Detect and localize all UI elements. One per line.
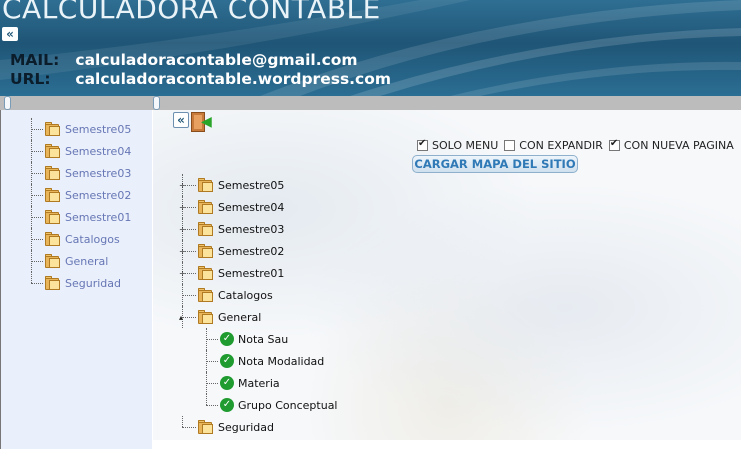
- splitter-bar-left: [0, 96, 153, 110]
- folder-icon: [45, 210, 61, 224]
- folder-icon: [198, 222, 214, 236]
- main-bottom-strip: [153, 440, 741, 449]
- tree-leaf-label[interactable]: Nota Modalidad: [238, 355, 324, 368]
- folder-icon: [198, 178, 214, 192]
- double-chevron-left-icon[interactable]: «: [173, 112, 189, 128]
- tree-node-general-children: ✓ Nota Sau ✓ Nota Modalidad ✓ Materia ✓ …: [200, 328, 338, 416]
- tree-leaf-nota-modalidad[interactable]: ✓ Nota Modalidad: [200, 350, 338, 372]
- plus-expander-icon[interactable]: +: [179, 204, 186, 212]
- tree-node-label[interactable]: Semestre03: [218, 223, 284, 236]
- exit-arrow-icon: ◀: [201, 114, 212, 130]
- tree-node-semestre04[interactable]: + Semestre04: [178, 196, 338, 218]
- sidebar-item-semestre04[interactable]: Semestre04: [27, 140, 131, 162]
- tree-leaf-nota-sau[interactable]: ✓ Nota Sau: [200, 328, 338, 350]
- site-map-options: SOLO MENU CON EXPANDIR CON NUEVA PAGINA: [417, 138, 740, 152]
- tree-node-label[interactable]: Semestre01: [218, 267, 284, 280]
- sidebar-item-semestre03[interactable]: Semestre03: [27, 162, 131, 184]
- mail-value: calculadoracontable@gmail.com: [75, 51, 358, 69]
- check-circle-icon: ✓: [220, 332, 234, 346]
- sidebar-tree: Semestre05 Semestre04 Semestre03 Semestr…: [27, 118, 131, 294]
- solo-menu-checkbox[interactable]: [417, 138, 428, 151]
- folder-icon: [198, 310, 214, 324]
- load-site-map-button[interactable]: CARGAR MAPA DEL SITIO: [412, 155, 578, 173]
- con-expandir-checkbox[interactable]: [504, 140, 516, 151]
- folder-icon: [45, 232, 61, 246]
- url-label: URL:: [10, 70, 51, 88]
- folder-icon: [198, 200, 214, 214]
- con-expandir-label: CON EXPANDIR: [519, 139, 603, 152]
- sidebar-item-label[interactable]: Semestre04: [65, 145, 131, 158]
- folder-icon: [45, 254, 61, 268]
- con-nueva-pagina-checkbox[interactable]: [608, 138, 620, 151]
- tree-node-catalogos[interactable]: Catalogos: [178, 284, 338, 306]
- plus-expander-icon[interactable]: +: [179, 182, 186, 190]
- site-header: CALCULADORA CONTABLE « MAIL: calculadora…: [0, 0, 741, 96]
- solo-menu-label: SOLO MENU: [432, 139, 499, 152]
- tree-node-label[interactable]: General: [218, 311, 261, 324]
- sidebar-item-semestre02[interactable]: Semestre02: [27, 184, 131, 206]
- tree-leaf-label[interactable]: Materia: [238, 377, 280, 390]
- folder-icon: [45, 188, 61, 202]
- sidebar-item-general[interactable]: General: [27, 250, 131, 272]
- con-nueva-pagina-label: CON NUEVA PAGINA: [623, 139, 734, 152]
- minus-expander-icon[interactable]: ▴: [179, 314, 183, 322]
- url-row: URL: calculadoracontable.wordpress.com: [10, 70, 391, 88]
- mail-label: MAIL:: [10, 51, 60, 69]
- tree-node-seguridad[interactable]: Seguridad: [178, 416, 338, 438]
- folder-icon: [45, 144, 61, 158]
- tree-node-label[interactable]: Semestre02: [218, 245, 284, 258]
- double-chevron-left-icon[interactable]: «: [2, 27, 18, 41]
- tree-leaf-grupo-conceptual[interactable]: ✓ Grupo Conceptual: [200, 394, 338, 416]
- plus-expander-icon[interactable]: +: [179, 248, 186, 256]
- tree-node-label[interactable]: Seguridad: [218, 421, 274, 434]
- sidebar-item-label[interactable]: Catalogos: [65, 233, 120, 246]
- plus-expander-icon[interactable]: +: [179, 270, 186, 278]
- tree-leaf-materia[interactable]: ✓ Materia: [200, 372, 338, 394]
- folder-icon: [45, 166, 61, 180]
- url-value: calculadoracontable.wordpress.com: [75, 70, 392, 88]
- solo-menu-option[interactable]: SOLO MENU: [417, 138, 499, 152]
- sidebar-item-label[interactable]: Semestre01: [65, 211, 131, 224]
- folder-icon: [45, 276, 61, 290]
- con-nueva-pagina-option[interactable]: CON NUEVA PAGINA: [608, 138, 734, 152]
- sidebar: Semestre05 Semestre04 Semestre03 Semestr…: [0, 110, 152, 449]
- con-expandir-option[interactable]: CON EXPANDIR: [504, 139, 603, 152]
- tree-node-label[interactable]: Catalogos: [218, 289, 273, 302]
- splitter-handle-right[interactable]: [153, 96, 160, 110]
- tree-leaf-label[interactable]: Grupo Conceptual: [238, 399, 338, 412]
- sidebar-item-semestre05[interactable]: Semestre05: [27, 118, 131, 140]
- plus-expander-icon[interactable]: +: [179, 226, 186, 234]
- sidebar-item-label[interactable]: General: [65, 255, 108, 268]
- sidebar-item-seguridad[interactable]: Seguridad: [27, 272, 131, 294]
- splitter-bar-right: [153, 96, 741, 110]
- check-circle-icon: ✓: [220, 398, 234, 412]
- app-title: CALCULADORA CONTABLE: [2, 0, 381, 25]
- sidebar-item-label[interactable]: Semestre05: [65, 123, 131, 136]
- check-circle-icon: ✓: [220, 354, 234, 368]
- tree-node-semestre03[interactable]: + Semestre03: [178, 218, 338, 240]
- sidebar-item-label[interactable]: Seguridad: [65, 277, 121, 290]
- tree-leaf-label[interactable]: Nota Sau: [238, 333, 288, 346]
- tree-node-label[interactable]: Semestre04: [218, 201, 284, 214]
- mail-row: MAIL: calculadoracontable@gmail.com: [10, 51, 358, 69]
- sidebar-item-catalogos[interactable]: Catalogos: [27, 228, 131, 250]
- tree-node-label[interactable]: Semestre05: [218, 179, 284, 192]
- toolbar: « ◀: [173, 112, 215, 134]
- check-circle-icon: ✓: [220, 376, 234, 390]
- sidebar-item-label[interactable]: Semestre03: [65, 167, 131, 180]
- tree-node-semestre05[interactable]: + Semestre05: [178, 174, 338, 196]
- sidebar-item-label[interactable]: Semestre02: [65, 189, 131, 202]
- folder-icon: [198, 244, 214, 258]
- folder-icon: [198, 266, 214, 280]
- folder-icon: [198, 420, 214, 434]
- folder-icon: [45, 122, 61, 136]
- site-map-tree: + Semestre05 + Semestre04 + Semestre03 +…: [178, 174, 338, 438]
- tree-node-general[interactable]: ▴ General: [178, 306, 338, 328]
- tree-node-semestre02[interactable]: + Semestre02: [178, 240, 338, 262]
- sidebar-item-semestre01[interactable]: Semestre01: [27, 206, 131, 228]
- splitter-handle-left[interactable]: [4, 96, 11, 110]
- tree-node-semestre01[interactable]: + Semestre01: [178, 262, 338, 284]
- folder-icon: [198, 288, 214, 302]
